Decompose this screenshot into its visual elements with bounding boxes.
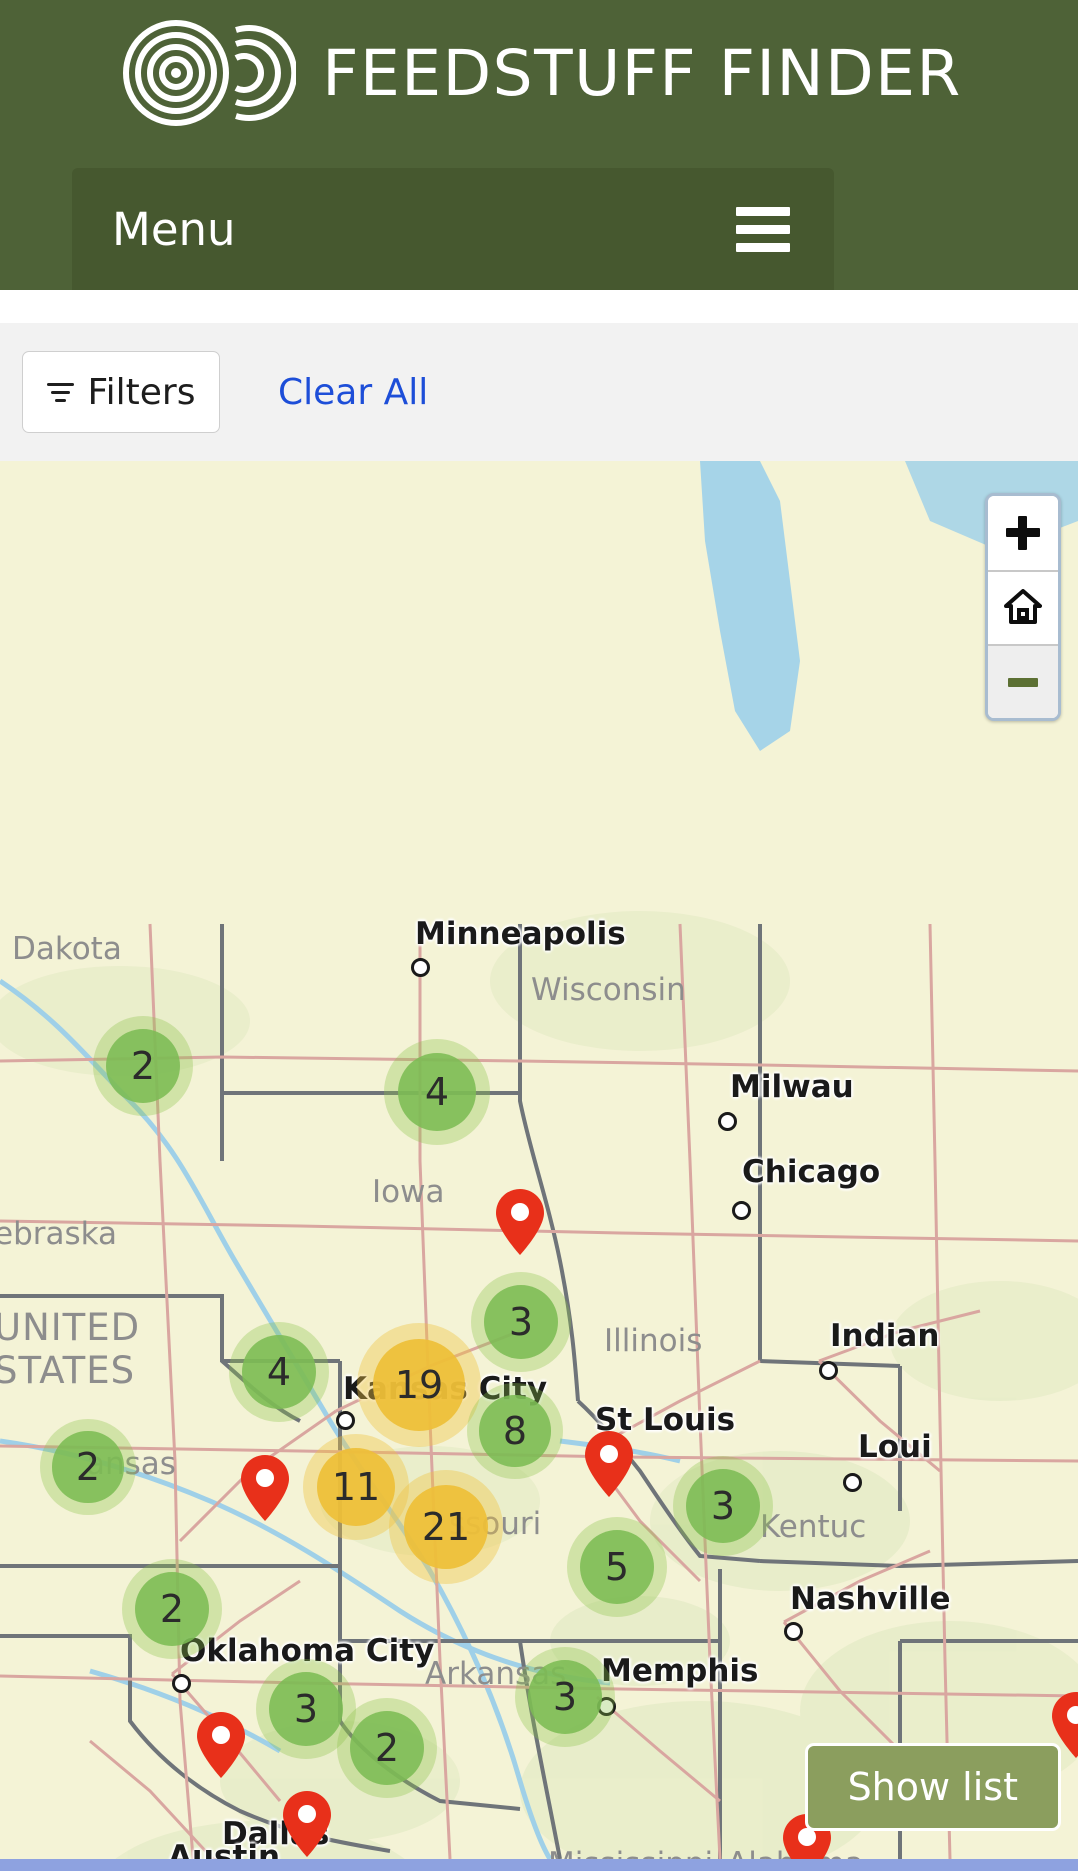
filter-bar: Filters Clear All: [0, 323, 1078, 461]
map-pin[interactable]: [585, 1431, 633, 1497]
map-pin[interactable]: [283, 1791, 331, 1857]
map-cluster[interactable]: 2: [40, 1419, 136, 1515]
cluster-count: 11: [331, 1465, 381, 1509]
minus-icon: [1008, 677, 1038, 687]
cluster-count: 4: [266, 1350, 292, 1394]
map-city-dot: [819, 1361, 838, 1380]
map-cluster[interactable]: 2: [93, 1016, 193, 1116]
map-city-dot: [718, 1112, 737, 1131]
zoom-out-button[interactable]: [988, 644, 1058, 718]
map-cluster[interactable]: 4: [384, 1039, 490, 1145]
map-city-dot: [172, 1674, 191, 1693]
cluster-count: 3: [508, 1300, 534, 1344]
hamburger-icon[interactable]: [736, 206, 790, 252]
home-button[interactable]: [988, 570, 1058, 644]
concentric-rings-logo: [116, 18, 297, 128]
map-cluster[interactable]: 3: [515, 1647, 615, 1747]
cluster-count: 2: [130, 1044, 156, 1088]
menu-bar[interactable]: Menu: [72, 168, 834, 290]
map-cluster[interactable]: 21: [389, 1470, 503, 1584]
header-gap: [0, 290, 1078, 323]
cluster-count: 5: [604, 1545, 630, 1589]
zoom-in-button[interactable]: [988, 496, 1058, 570]
map-pin[interactable]: [241, 1455, 289, 1521]
map-cluster[interactable]: 2: [337, 1698, 437, 1798]
app-root: FEEDSTUFF FINDER Menu Filters Clear All: [0, 0, 1078, 1871]
map-cluster[interactable]: 2: [122, 1559, 222, 1659]
filters-button[interactable]: Filters: [22, 351, 220, 433]
cluster-count: 2: [374, 1726, 400, 1770]
map-city-dot: [784, 1622, 803, 1641]
menu-label: Menu: [112, 202, 236, 256]
cluster-count: 3: [552, 1675, 578, 1719]
cluster-count: 19: [394, 1363, 444, 1407]
cluster-count: 3: [710, 1484, 736, 1528]
plus-icon: [1006, 516, 1040, 550]
map-cluster[interactable]: 19: [357, 1323, 481, 1447]
map-pin[interactable]: [197, 1712, 245, 1778]
map-city-dot: [411, 958, 430, 977]
map-cluster[interactable]: 5: [567, 1517, 667, 1617]
clear-all-button[interactable]: Clear All: [278, 372, 428, 413]
map-canvas[interactable]: Dakota Wisconsin Iowa ebraska UNITED STA…: [0, 461, 1078, 1859]
map-zoom-controls[interactable]: [985, 493, 1061, 721]
map-cluster[interactable]: 8: [467, 1383, 563, 1479]
map-city-dot: [732, 1201, 751, 1220]
cluster-count: 4: [424, 1070, 450, 1114]
show-list-button[interactable]: Show list: [804, 1743, 1061, 1831]
map-pin[interactable]: [496, 1189, 544, 1255]
filters-button-label: Filters: [87, 371, 196, 413]
cluster-count: 8: [502, 1409, 528, 1453]
brand-title: FEEDSTUFF FINDER: [322, 36, 962, 110]
home-icon: [1004, 588, 1042, 628]
filter-sliders-icon: [46, 382, 74, 402]
cluster-count: 2: [75, 1445, 101, 1489]
map-cluster[interactable]: 3: [673, 1456, 773, 1556]
map-cluster[interactable]: 4: [229, 1322, 329, 1422]
cluster-count: 2: [159, 1587, 185, 1631]
cluster-count: 3: [293, 1687, 319, 1731]
site-header: FEEDSTUFF FINDER Menu: [0, 0, 1078, 290]
map-city-dot: [336, 1411, 355, 1430]
map-cluster[interactable]: 3: [471, 1272, 571, 1372]
map-city-dot: [843, 1473, 862, 1492]
brand: FEEDSTUFF FINDER: [0, 18, 1078, 128]
horizontal-scrollbar[interactable]: [0, 1859, 1078, 1871]
cluster-count: 21: [421, 1505, 471, 1549]
